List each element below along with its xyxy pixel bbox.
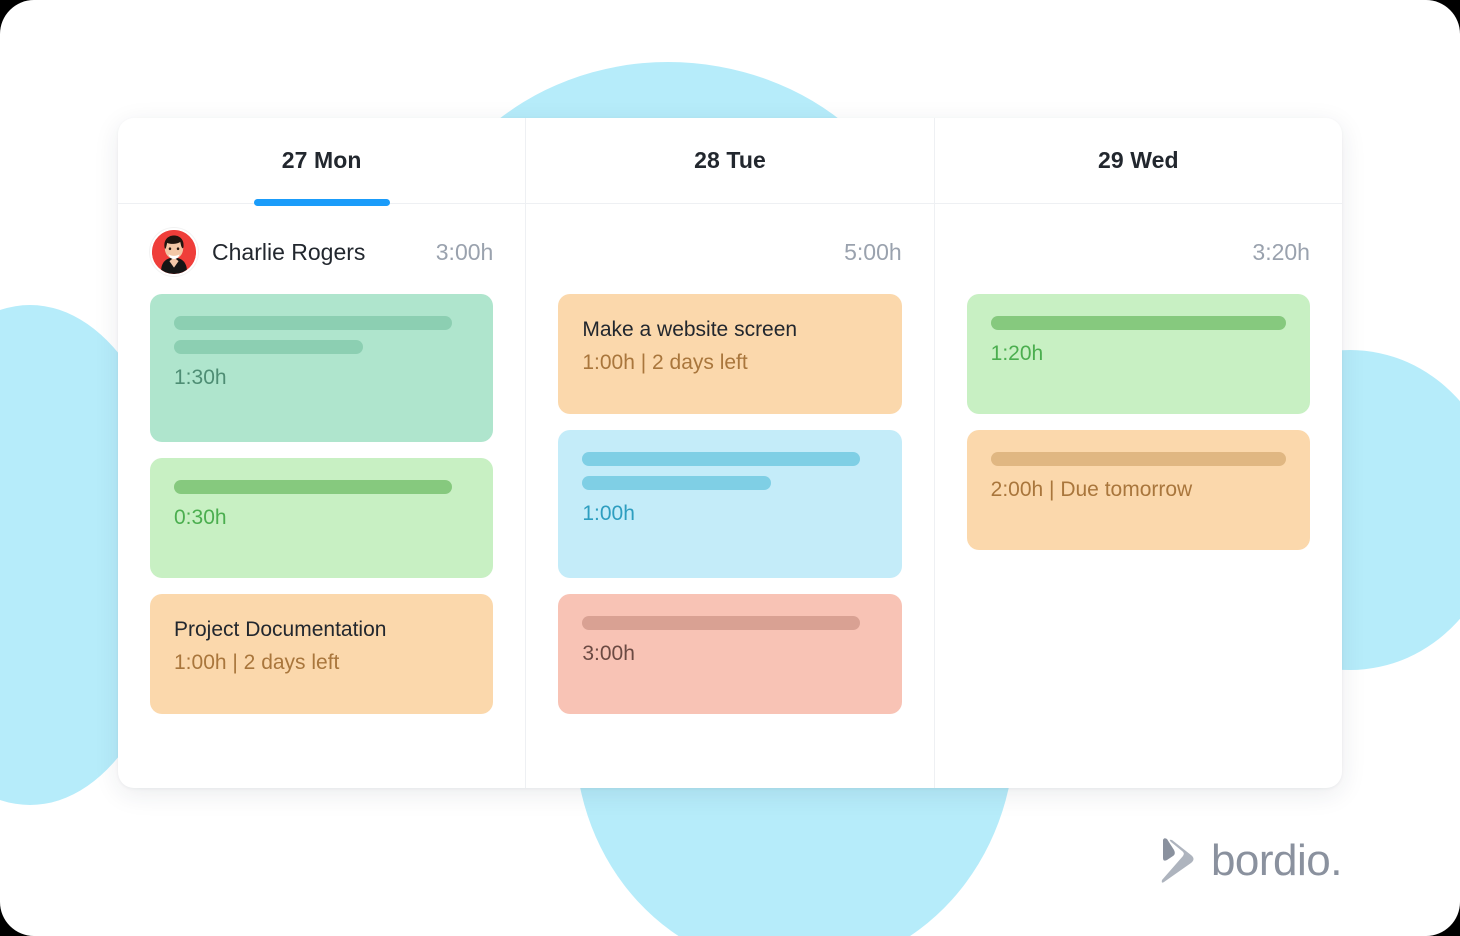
day-column-27-mon: Charlie Rogers 3:00h 1:30h 0:30h Project… — [118, 204, 527, 788]
column-owner-row: 3:20h — [967, 226, 1310, 278]
task-card[interactable]: 0:30h — [150, 458, 494, 578]
task-placeholder-bar — [174, 316, 452, 330]
task-list: 1:30h 0:30h Project Documentation 1:00h … — [150, 294, 494, 714]
task-placeholder-bar — [582, 616, 860, 630]
task-title: Make a website screen — [582, 318, 798, 341]
task-meta: 1:30h — [174, 366, 227, 389]
task-card[interactable]: Make a website screen 1:00h | 2 days lef… — [558, 294, 902, 414]
bordio-logo: bordio. — [1159, 836, 1343, 885]
weekly-schedule-board: 27 Mon 28 Tue 29 Wed Charlie Rogers 3:00… — [118, 118, 1342, 788]
task-meta: 3:00h — [582, 642, 635, 665]
bordio-wordmark: bordio. — [1210, 836, 1343, 885]
column-owner-row: Charlie Rogers 3:00h — [150, 226, 493, 278]
day-tab-29-wed[interactable]: 29 Wed — [935, 118, 1342, 203]
task-meta: 1:00h | 2 days left — [174, 651, 340, 675]
day-total-hours: 5:00h — [844, 238, 902, 265]
day-tab-label: 28 Tue — [694, 147, 766, 173]
task-meta: 1:00h | 2 days left — [582, 351, 748, 375]
day-total-hours: 3:00h — [435, 238, 494, 265]
task-card[interactable]: 2:00h | Due tomorrow — [966, 430, 1310, 550]
day-column-29-wed: 3:20h 1:20h 2:00h | Due tomorrow — [935, 204, 1342, 788]
day-tab-28-tue[interactable]: 28 Tue — [526, 118, 935, 203]
task-placeholder-bar — [990, 316, 1286, 330]
task-card[interactable]: 1:00h — [558, 430, 902, 578]
day-columns: Charlie Rogers 3:00h 1:30h 0:30h Project… — [118, 204, 1342, 788]
task-card[interactable]: 3:00h — [558, 594, 902, 714]
task-placeholder-bar — [174, 480, 452, 494]
day-column-28-tue: 5:00h Make a website screen 1:00h | 2 da… — [526, 204, 935, 788]
task-card[interactable]: 1:30h — [150, 294, 494, 442]
task-meta: 0:30h — [174, 506, 227, 529]
task-meta: 1:00h — [582, 502, 635, 525]
task-list: Make a website screen 1:00h | 2 days lef… — [558, 294, 902, 714]
task-placeholder-bar — [174, 340, 363, 354]
task-card[interactable]: Project Documentation 1:00h | 2 days lef… — [150, 594, 494, 714]
owner-name: Charlie Rogers — [212, 238, 366, 265]
day-total-hours: 3:20h — [1252, 238, 1310, 265]
task-meta: 2:00h | Due tomorrow — [990, 478, 1193, 501]
avatar[interactable] — [150, 228, 198, 276]
day-tab-27-mon[interactable]: 27 Mon — [118, 118, 527, 206]
task-placeholder-bar — [582, 452, 860, 466]
app-stage: 27 Mon 28 Tue 29 Wed Charlie Rogers 3:00… — [0, 0, 1460, 936]
task-list: 1:20h 2:00h | Due tomorrow — [966, 294, 1310, 550]
bordio-chevron-logo-icon — [1161, 838, 1194, 883]
task-card[interactable]: 1:20h — [966, 294, 1310, 414]
active-tab-indicator — [253, 199, 390, 206]
day-tab-label: 29 Wed — [1097, 147, 1179, 173]
task-placeholder-bar — [582, 476, 772, 490]
task-meta: 1:20h — [990, 342, 1044, 365]
day-header-row: 27 Mon 28 Tue 29 Wed — [118, 118, 1342, 206]
day-tab-label: 27 Mon — [281, 147, 362, 173]
task-title: Project Documentation — [174, 618, 387, 641]
column-owner-row: 5:00h — [558, 226, 902, 278]
task-placeholder-bar — [990, 452, 1286, 466]
